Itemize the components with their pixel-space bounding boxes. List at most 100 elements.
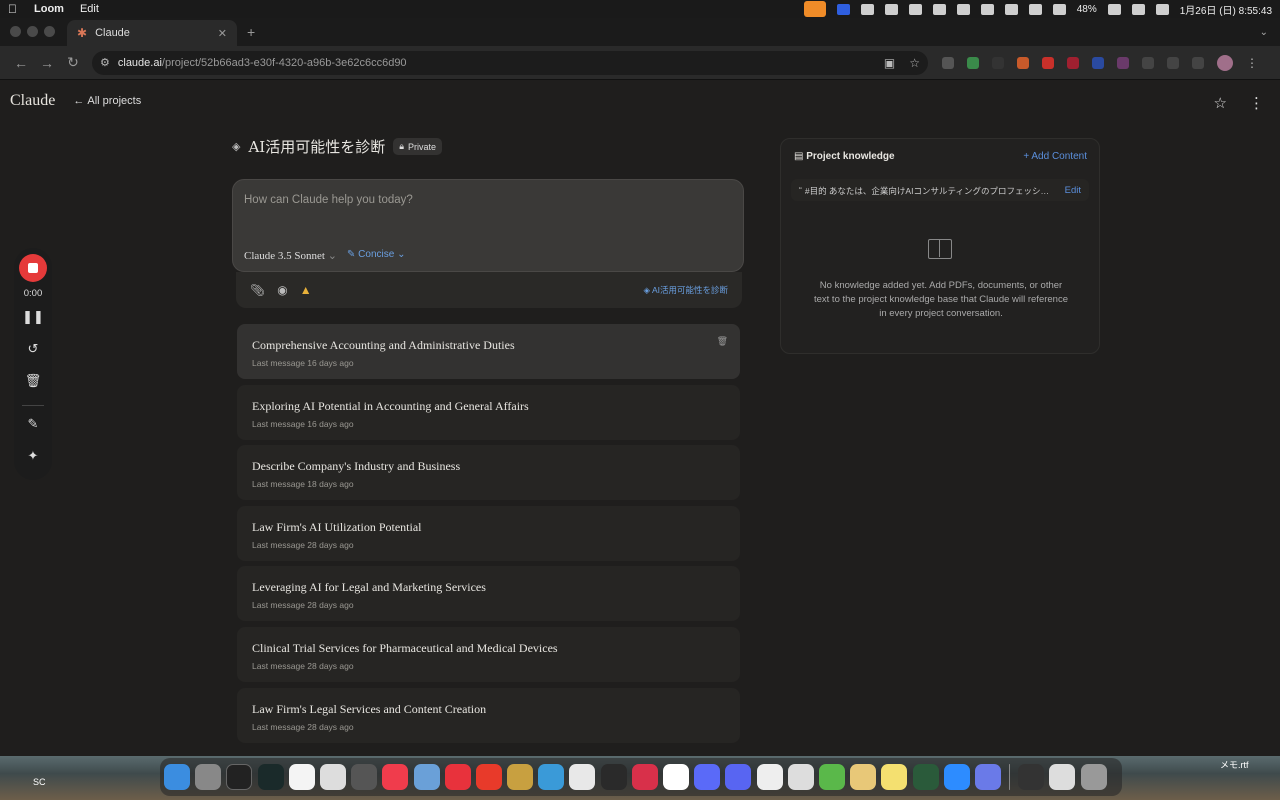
mic-extension-icon[interactable] xyxy=(1142,56,1154,69)
chat-item[interactable]: Law Firm's AI Utilization Potential Last… xyxy=(237,505,740,561)
music-icon[interactable] xyxy=(382,764,409,790)
chat-item[interactable]: Exploring AI Potential in Accounting and… xyxy=(237,384,740,440)
back-arrow-icon[interactable]: ← xyxy=(8,55,34,71)
chat-item[interactable]: Law Firm's Legal Services and Content Cr… xyxy=(237,687,740,743)
sheets-extension-icon[interactable] xyxy=(967,56,979,69)
more-options-icon[interactable]: ⋮ xyxy=(1249,94,1264,112)
browser-menu-icon[interactable]: ⋮ xyxy=(1246,56,1258,70)
forward-arrow-icon[interactable]: → xyxy=(34,55,60,71)
activity-monitor-icon[interactable] xyxy=(257,764,284,790)
blue-extension-icon[interactable] xyxy=(1092,56,1104,69)
bookmark-star-icon[interactable]: ☆ xyxy=(909,56,920,70)
restart-icon[interactable]: ↺ xyxy=(28,341,39,363)
minimize-window-button[interactable] xyxy=(27,26,38,37)
menubar-clock[interactable]: 1月26日 (日) 8:55:43 xyxy=(1180,2,1272,17)
textedit-icon[interactable] xyxy=(787,764,814,790)
close-window-button[interactable] xyxy=(10,26,21,37)
discord-icon[interactable] xyxy=(725,764,752,790)
puzzle-extensions-icon[interactable] xyxy=(1167,56,1179,69)
all-projects-link[interactable]: ← All projects xyxy=(73,95,141,107)
chrome-icon[interactable] xyxy=(569,764,596,790)
dash-extension-icon[interactable] xyxy=(992,56,1004,69)
model-selector[interactable]: Claude 3.5 Sonnet ⌄ xyxy=(244,249,337,262)
close-tab-icon[interactable]: ✕ xyxy=(218,27,227,40)
paperclip-icon[interactable]: 📎︎ xyxy=(250,283,265,297)
wifi-icon[interactable] xyxy=(1028,3,1042,15)
zoom-window-button[interactable] xyxy=(44,26,55,37)
system-settings-icon[interactable] xyxy=(195,764,222,790)
project-instructions[interactable]: “ #目的 あなたは、企業向けAIコンサルティングのプロフェッショナ... Ed… xyxy=(791,179,1089,201)
red-extension-icon[interactable] xyxy=(1067,56,1079,69)
xmind-icon[interactable] xyxy=(444,764,471,790)
chat-item[interactable]: Comprehensive Accounting and Administrat… xyxy=(237,324,740,379)
terminal-icon[interactable] xyxy=(226,764,253,790)
preview-icon[interactable] xyxy=(413,764,440,790)
add-content-button[interactable]: + Add Content xyxy=(1023,151,1087,162)
window-icon[interactable] xyxy=(932,3,946,15)
trash-icon[interactable] xyxy=(1080,764,1107,790)
audio-app-icon[interactable] xyxy=(600,764,627,790)
sync-icon[interactable] xyxy=(1192,56,1204,69)
control-center-icon[interactable] xyxy=(1155,3,1169,15)
edit-instructions-button[interactable]: Edit xyxy=(1065,185,1081,196)
microphone-icon[interactable] xyxy=(803,1,826,17)
address-bar[interactable]: ⚙ claude.ai /project/52b66ad3-e30f-4320-… xyxy=(92,50,928,75)
notes-icon[interactable] xyxy=(881,764,908,790)
desktop-file[interactable]: メモ.rtf xyxy=(1220,758,1249,771)
camera-icon[interactable]: ◉ xyxy=(277,283,287,297)
keyboard-input-icon[interactable] xyxy=(1131,3,1145,15)
install-app-icon[interactable]: ▣ xyxy=(884,56,895,70)
calculator-icon[interactable] xyxy=(351,764,378,790)
zoom-menubar-icon[interactable] xyxy=(836,3,850,15)
claude-logo[interactable]: Claude xyxy=(10,92,55,110)
safari-icon[interactable] xyxy=(538,764,565,790)
recent-document-icon[interactable] xyxy=(1049,764,1076,790)
notion-icon[interactable] xyxy=(908,3,922,15)
reload-icon[interactable]: ↻ xyxy=(60,54,86,71)
search-icon[interactable] xyxy=(1052,3,1066,15)
clipboard-icon[interactable] xyxy=(956,3,970,15)
new-badge-extension-icon[interactable] xyxy=(1042,56,1054,69)
browser-tab-claude[interactable]: ✱ Claude ✕ xyxy=(67,20,237,46)
chat-item[interactable]: Describe Company's Industry and Business… xyxy=(237,445,740,501)
freeform-icon[interactable] xyxy=(288,764,315,790)
pause-icon[interactable]: ❚❚ xyxy=(22,309,44,331)
menu-edit[interactable]: Edit xyxy=(80,3,99,15)
acrobat-icon[interactable] xyxy=(475,764,502,790)
messenger-icon[interactable] xyxy=(694,764,721,790)
finder-icon[interactable] xyxy=(164,764,190,790)
camera-extension-icon[interactable] xyxy=(942,56,954,69)
loom-icon[interactable] xyxy=(974,764,1001,790)
screen-app-icon[interactable] xyxy=(912,764,939,790)
settings-icon[interactable] xyxy=(884,3,898,15)
folder-icon[interactable] xyxy=(507,764,534,790)
battery-icon[interactable] xyxy=(1107,3,1121,15)
stop-recording-button[interactable] xyxy=(19,254,47,282)
magic-wand-icon[interactable]: ✦ xyxy=(28,448,39,470)
cloud-icon[interactable] xyxy=(980,3,994,15)
grid-extension-icon[interactable] xyxy=(1117,56,1129,69)
chat-item[interactable]: Clinical Trial Services for Pharmaceutic… xyxy=(237,626,740,682)
project-context-link[interactable]: ◈ AI活用可能性を診断 xyxy=(644,284,728,296)
fox-extension-icon[interactable] xyxy=(1017,56,1029,69)
pages-icon[interactable] xyxy=(850,764,877,790)
star-project-icon[interactable]: ☆ xyxy=(1214,94,1227,112)
new-tab-button[interactable]: + xyxy=(247,24,255,40)
recent-window-icon[interactable] xyxy=(1018,764,1045,790)
numbers-icon[interactable] xyxy=(818,764,845,790)
dropbox-icon[interactable] xyxy=(860,3,874,15)
slack-icon[interactable] xyxy=(663,764,689,790)
google-drive-icon[interactable]: ▲ xyxy=(300,283,312,297)
trash-icon[interactable]: 🗑︎ xyxy=(25,373,42,395)
profile-avatar-icon[interactable] xyxy=(1217,54,1233,71)
tab-search-chevron-icon[interactable]: ⌄ xyxy=(1260,27,1268,38)
trash-icon[interactable]: 🗑︎ xyxy=(717,336,728,347)
chat-item[interactable]: Leveraging AI for Legal and Marketing Se… xyxy=(237,566,740,622)
bluetooth-icon[interactable] xyxy=(1004,3,1018,15)
menu-app-name[interactable]: Loom xyxy=(34,3,64,15)
pencil-draw-icon[interactable]: ✎ xyxy=(28,416,39,438)
style-selector[interactable]: ✎ Concise ⌄ xyxy=(347,249,405,260)
writing-app-icon[interactable] xyxy=(756,764,783,790)
davinci-icon[interactable] xyxy=(631,764,658,790)
script-editor-icon[interactable] xyxy=(319,764,346,790)
